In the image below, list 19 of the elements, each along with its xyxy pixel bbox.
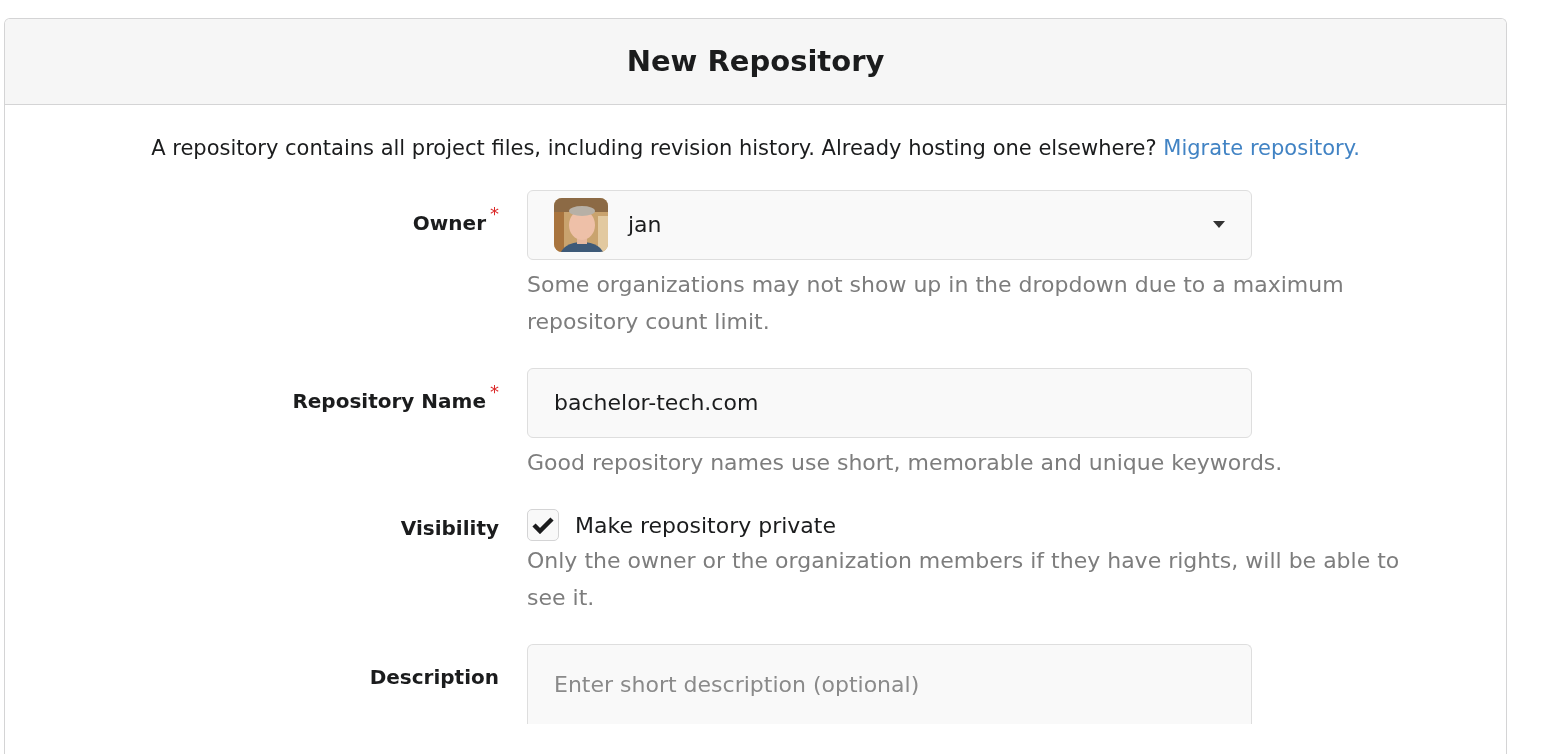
description-field[interactable]: Enter short description (optional) — [527, 643, 1252, 724]
help-text: Some organizations may not show up in the dropdown due to a maximum repository count limit. — [527, 270, 1345, 336]
help-text: Only the owner or the organization members if they have rights, will be able to see it. — [527, 546, 1401, 612]
field-label: Owner — [412, 209, 486, 237]
caret-icon — [1213, 221, 1225, 228]
checkbox-label: Make repository private — [575, 511, 836, 540]
intro-text: A repository contains all project files, including revision history. Already hosting one elsewhere? Migrate repository. — [150, 135, 1361, 162]
required-mark: * — [490, 201, 499, 226]
migrate-link[interactable]: Migrate repository. — [1163, 136, 1360, 160]
field-label: Repository Name — [292, 387, 486, 415]
help-text: Good repository names use short, memorable and unique keywords. — [527, 448, 1284, 477]
check-icon — [532, 516, 554, 534]
required-mark: * — [490, 379, 499, 404]
field-label: Visibility — [400, 514, 499, 542]
owner-dropdown[interactable]: jan — [527, 189, 1252, 260]
form-title: New Repository — [626, 42, 885, 80]
name-field[interactable]: bachelor-tech.com — [527, 367, 1252, 438]
field-label: Description — [369, 663, 499, 691]
checkbox[interactable] — [527, 509, 559, 541]
